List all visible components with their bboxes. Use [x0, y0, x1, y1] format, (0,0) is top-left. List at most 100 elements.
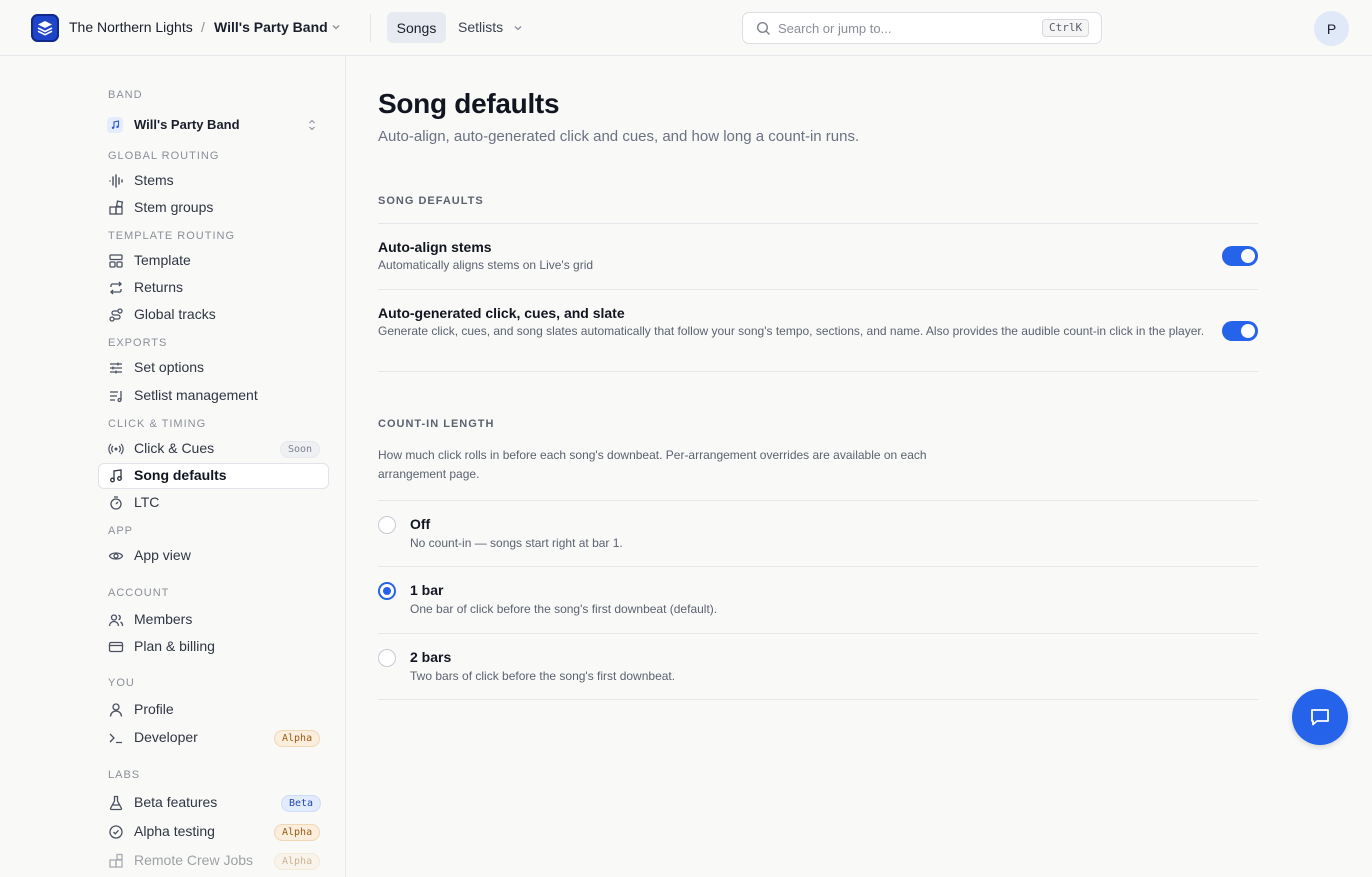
users-icon — [108, 614, 124, 627]
search-icon — [756, 21, 770, 35]
sidebar-item-click-cues[interactable]: Click & Cues Soon — [98, 436, 329, 462]
section-app: APP — [108, 525, 134, 537]
option-description: One bar of click before the song's first… — [410, 602, 718, 616]
auto-align-toggle[interactable] — [1222, 246, 1258, 266]
flask-icon — [109, 795, 123, 811]
sidebar-item-alpha-testing[interactable]: Alpha testing Alpha — [98, 819, 329, 845]
search-placeholder: Search or jump to... — [778, 21, 892, 36]
option-description: Two bars of click before the song's firs… — [410, 669, 676, 683]
setting-description: Generate click, cues, and song slates au… — [378, 324, 1205, 338]
sidebar-item-label: Developer — [134, 729, 198, 745]
sidebar-item-label: Set options — [134, 359, 205, 375]
option-label: 2 bars — [410, 649, 452, 665]
chevron-updown-icon — [309, 119, 315, 131]
band-selector[interactable]: Will's Party Band — [98, 112, 329, 138]
divider — [378, 566, 1258, 567]
breadcrumb-band[interactable]: Will's Party Band — [214, 19, 328, 35]
section-labs: LABS — [108, 769, 141, 781]
music-note-icon — [107, 117, 123, 133]
sidebar-item-setlist-management[interactable]: Setlist management — [98, 383, 329, 409]
radio-button-selected[interactable] — [378, 582, 396, 600]
chat-icon — [1311, 709, 1329, 726]
sidebar-item-label: Click & Cues — [134, 440, 215, 456]
breadcrumb-separator: / — [201, 19, 205, 35]
sidebar-item-template[interactable]: Template — [98, 248, 329, 274]
sidebar-item-label: Remote Crew Jobs — [134, 852, 254, 868]
radio-button[interactable] — [378, 516, 396, 534]
sidebar-item-label: LTC — [134, 494, 160, 510]
layout-icon — [109, 254, 123, 268]
credit-card-icon — [108, 641, 124, 653]
count-in-heading: COUNT-IN LENGTH — [378, 418, 495, 430]
sidebar-item-beta-features[interactable]: Beta features Beta — [98, 790, 329, 816]
sidebar-item-set-options[interactable]: Set options — [98, 355, 329, 381]
sidebar-item-ltc[interactable]: LTC — [98, 490, 329, 516]
radio-waves-icon — [108, 443, 124, 455]
sidebar-item-label: Song defaults — [134, 467, 227, 483]
nav-tab-setlists[interactable]: Setlists — [458, 19, 503, 35]
section-band: BAND — [108, 89, 143, 101]
option-description: No count-in — songs start right at bar 1… — [410, 536, 623, 550]
setting-description: Automatically aligns stems on Live's gri… — [378, 258, 594, 272]
app-logo[interactable] — [31, 14, 59, 42]
auto-click-toggle[interactable] — [1222, 321, 1258, 341]
divider — [378, 500, 1258, 501]
setting-title: Auto-align stems — [378, 239, 492, 255]
eye-icon — [108, 552, 124, 560]
nav-tab-songs[interactable]: Songs — [387, 12, 446, 43]
user-avatar[interactable]: P — [1314, 11, 1349, 46]
settings-sidebar: BAND Will's Party Band GLOBAL ROUTING St… — [0, 56, 346, 877]
repeat-icon — [110, 281, 122, 295]
sidebar-item-label: Profile — [134, 701, 174, 717]
page-title: Song defaults — [378, 88, 560, 119]
sidebar-item-profile[interactable]: Profile — [98, 697, 329, 723]
section-global-routing: GLOBAL ROUTING — [108, 150, 220, 162]
divider — [378, 699, 1258, 700]
chat-button[interactable] — [1292, 689, 1348, 745]
chevron-down-icon[interactable] — [330, 21, 342, 33]
option-label: Off — [410, 516, 431, 532]
sliders-icon — [110, 362, 122, 374]
route-icon — [109, 308, 123, 322]
divider — [378, 289, 1258, 290]
sidebar-item-label: Global tracks — [134, 306, 216, 322]
section-account: ACCOUNT — [108, 587, 170, 599]
page-subtitle: Auto-align, auto-generated click and cue… — [378, 128, 860, 145]
section-you: YOU — [108, 677, 135, 689]
sidebar-item-label: Setlist management — [134, 387, 258, 403]
chevron-down-icon[interactable] — [512, 22, 524, 34]
header-divider — [370, 14, 371, 42]
alpha-badge: Alpha — [274, 824, 321, 841]
music-icon — [110, 469, 122, 483]
divider — [378, 633, 1258, 634]
divider — [378, 223, 1258, 224]
search-shortcut-key: CtrlK — [1042, 19, 1090, 37]
section-click-timing: CLICK & TIMING — [108, 418, 207, 430]
terminal-icon — [109, 733, 122, 744]
sidebar-item-remote-crew-jobs[interactable]: Remote Crew Jobs Alpha — [98, 848, 329, 874]
soon-badge: Soon — [280, 441, 321, 458]
band-selector-label: Will's Party Band — [134, 117, 240, 132]
sidebar-item-stems[interactable]: Stems — [98, 168, 329, 194]
list-music-icon — [110, 391, 122, 403]
section-template-routing: TEMPLATE ROUTING — [108, 230, 236, 242]
breadcrumb-org[interactable]: The Northern Lights — [69, 19, 193, 35]
sidebar-item-plan-billing[interactable]: Plan & billing — [98, 634, 329, 660]
search-input[interactable]: Search or jump to... CtrlK — [742, 12, 1102, 44]
alpha-badge: Alpha — [274, 730, 321, 747]
section-exports: EXPORTS — [108, 337, 168, 349]
blocks-icon — [109, 853, 123, 868]
sidebar-item-song-defaults[interactable]: Song defaults — [98, 463, 329, 489]
waveform-icon — [109, 174, 123, 188]
sidebar-item-label: Stem groups — [134, 199, 214, 215]
radio-button[interactable] — [378, 649, 396, 667]
sidebar-item-global-tracks[interactable]: Global tracks — [98, 302, 329, 328]
check-circle-icon — [109, 825, 123, 839]
sidebar-item-developer[interactable]: Developer Alpha — [98, 725, 329, 751]
sidebar-item-stem-groups[interactable]: Stem groups — [98, 195, 329, 221]
toggle-knob — [1241, 249, 1255, 263]
sidebar-item-app-view[interactable]: App view — [98, 543, 329, 569]
alpha-badge: Alpha — [274, 853, 321, 870]
sidebar-item-members[interactable]: Members — [98, 607, 329, 633]
sidebar-item-returns[interactable]: Returns — [98, 275, 329, 301]
